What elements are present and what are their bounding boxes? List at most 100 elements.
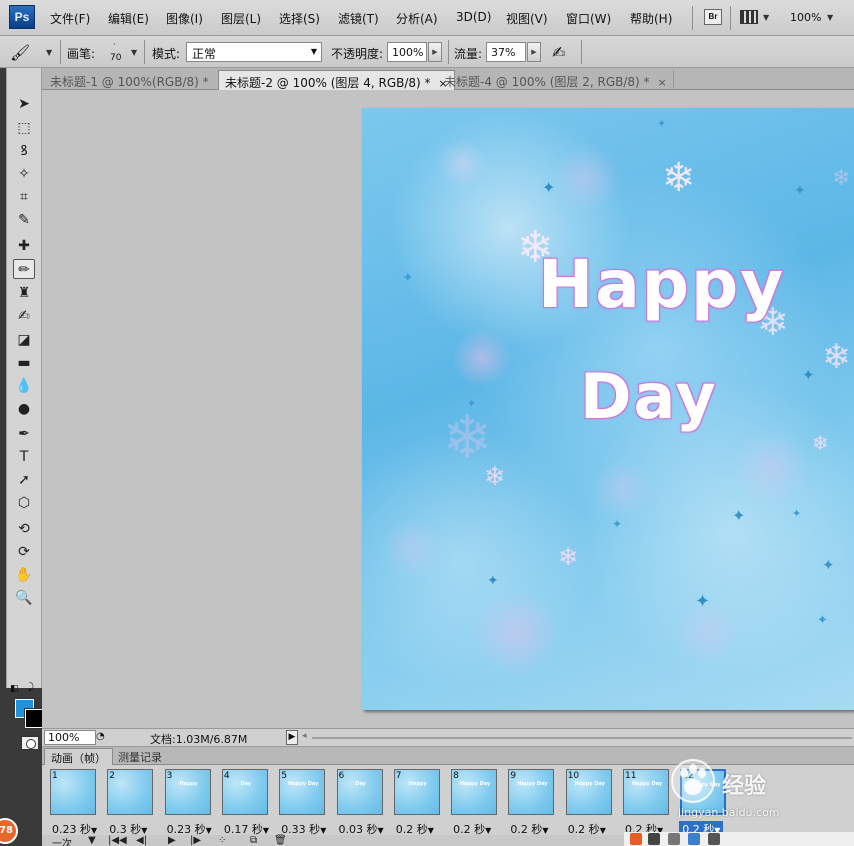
star-icon: ✦ — [467, 397, 477, 410]
menu-help[interactable]: 帮助(H) — [630, 10, 672, 27]
loop-select[interactable]: 一次 — [52, 835, 72, 846]
star-icon: ✦ — [542, 178, 556, 197]
magic-wand-tool-icon[interactable]: ✧ — [13, 164, 35, 184]
brush-size-value[interactable]: 70 — [110, 53, 121, 63]
hand-tool-icon[interactable]: ✋ — [13, 565, 35, 585]
opacity-input[interactable]: 100% — [387, 42, 427, 62]
document-canvas[interactable]: ❄ ❄ ❄ ❄ ❄ ❄ ❄ ❄ ❄ ✦ ✦ ✦ ✦ ✦ ✦ ✦ ✦ ✦ ✦ ✦ … — [362, 108, 854, 710]
eraser-tool-icon[interactable]: ◪ — [13, 330, 35, 350]
animation-frame[interactable]: Happy Day 9 0.2 秒▼ — [504, 769, 556, 837]
tab-document-2[interactable]: 未标题-2 @ 100% (图层 4, RGB/8) * × — [218, 70, 455, 90]
flow-input[interactable]: 37% — [486, 42, 526, 62]
brush-preset-icon[interactable]: 🖌 — [10, 43, 30, 62]
sogou-icon[interactable] — [630, 833, 642, 845]
tab-animation-frames[interactable]: 动画（帧） — [44, 748, 113, 765]
chevron-down-icon[interactable]: ▼ — [46, 48, 52, 57]
zoom-tool-icon[interactable]: 🔍 — [13, 588, 35, 608]
animation-frame[interactable]: Happy Day 8 0.2 秒▼ — [447, 769, 499, 837]
type-tool-icon[interactable]: T — [13, 447, 35, 467]
chevron-down-icon[interactable]: ▼ — [88, 835, 96, 846]
animation-frame[interactable]: Happy 3 0.23 秒▼ — [161, 769, 213, 837]
menu-image[interactable]: 图像(I) — [166, 10, 203, 27]
healing-brush-tool-icon[interactable]: ✚ — [13, 236, 35, 256]
screen-mode-icon[interactable] — [740, 10, 758, 24]
opacity-slider-arrow-icon[interactable]: ▶ — [428, 42, 442, 62]
bridge-button[interactable]: Br — [704, 9, 722, 25]
star-icon: ✦ — [817, 613, 828, 628]
tray-app-icon[interactable] — [688, 833, 700, 845]
status-zoom-icon[interactable]: ◔ — [96, 731, 105, 742]
tab-document-4[interactable]: 未标题-4 @ 100% (图层 2, RGB/8) * × — [438, 70, 674, 90]
airbrush-icon[interactable]: ✍ — [552, 43, 565, 62]
bokeh-light — [592, 458, 652, 518]
previous-frame-icon[interactable]: ◀| — [136, 835, 147, 846]
status-menu-arrow-icon[interactable]: ▶ — [286, 730, 298, 745]
eyedropper-tool-icon[interactable]: ✎ — [13, 210, 35, 230]
blur-tool-icon[interactable]: 💧 — [13, 376, 35, 396]
menu-window[interactable]: 窗口(W) — [566, 10, 611, 27]
animation-frame[interactable]: 2 0.3 秒▼ — [103, 769, 155, 837]
animation-frame[interactable]: 1 0.23 秒▼ — [46, 769, 98, 837]
next-frame-icon[interactable]: |▶ — [190, 835, 201, 846]
default-colors-icon[interactable]: ◧ — [10, 684, 19, 694]
animation-frame[interactable]: Day 6 0.03 秒▼ — [333, 769, 385, 837]
menu-file[interactable]: 文件(F) — [50, 10, 90, 27]
menu-view[interactable]: 视图(V) — [506, 10, 548, 27]
snowflake-icon: ❄ — [558, 543, 579, 571]
tray-app-icon[interactable] — [648, 833, 660, 845]
pen-tool-icon[interactable]: ✒ — [13, 424, 35, 444]
menu-edit[interactable]: 编辑(E) — [108, 10, 149, 27]
menu-3d[interactable]: 3D(D) — [456, 10, 491, 24]
marquee-tool-icon[interactable]: ⬚ — [13, 118, 35, 138]
options-bar: 🖌 ▼ 画笔: · 70 ▼ 模式: 正常 ▼ 不透明度: 100% ▶ 流量:… — [0, 36, 854, 68]
animation-frame[interactable]: Happy 7 0.2 秒▼ — [390, 769, 442, 837]
tab-document-1[interactable]: 未标题-1 @ 100%(RGB/8) *× — [44, 70, 233, 90]
first-frame-icon[interactable]: |◀◀ — [108, 835, 127, 846]
canvas-text-happy[interactable]: Happy — [538, 246, 785, 323]
3d-rotate-tool-icon[interactable]: ⟲ — [13, 519, 35, 539]
menu-filter[interactable]: 滤镜(T) — [338, 10, 379, 27]
lasso-tool-icon[interactable]: ꝸ — [13, 141, 35, 161]
path-selection-tool-icon[interactable]: ➚ — [13, 470, 35, 490]
delete-frame-icon[interactable]: 🗑 — [274, 835, 287, 846]
frame-number: 4 — [223, 771, 230, 781]
crop-tool-icon[interactable]: ⌗ — [13, 187, 35, 207]
frame-number: 9 — [510, 771, 517, 781]
flow-slider-arrow-icon[interactable]: ▶ — [527, 42, 541, 62]
shape-tool-icon[interactable]: ⬡ — [13, 493, 35, 513]
animation-frame[interactable]: Day 4 0.17 秒▼ — [218, 769, 270, 837]
status-zoom-input[interactable]: 100% — [44, 730, 96, 745]
gradient-tool-icon[interactable]: ▬ — [13, 353, 35, 373]
menu-select[interactable]: 选择(S) — [279, 10, 320, 27]
tray-app-icon[interactable] — [668, 833, 680, 845]
horizontal-scrollbar[interactable] — [312, 737, 852, 739]
duplicate-frame-icon[interactable]: ⧉ — [250, 835, 257, 846]
history-brush-tool-icon[interactable]: ✍ — [13, 306, 35, 326]
chevron-down-icon[interactable]: ▼ — [827, 13, 833, 22]
dodge-tool-icon[interactable]: ● — [13, 399, 35, 419]
photoshop-logo[interactable]: Ps — [9, 5, 35, 29]
mode-select[interactable]: 正常 ▼ — [186, 42, 322, 62]
move-tool-icon[interactable]: ➤ — [13, 94, 35, 114]
chevron-down-icon[interactable]: ▼ — [131, 48, 137, 57]
star-icon: ✦ — [792, 507, 802, 520]
menu-layer[interactable]: 图层(L) — [221, 10, 261, 27]
tray-app-icon[interactable] — [708, 833, 720, 845]
tween-icon[interactable]: ⁘ — [218, 835, 226, 846]
animation-frame[interactable]: Happy Day 5 0.33 秒▼ — [275, 769, 327, 837]
3d-orbit-tool-icon[interactable]: ⟳ — [13, 542, 35, 562]
snowflake-icon: ❄ — [812, 431, 829, 455]
clone-stamp-tool-icon[interactable]: ♜ — [13, 283, 35, 303]
tab-measurement-log[interactable]: 测量记录 — [112, 748, 168, 765]
play-icon[interactable]: ▶ — [168, 835, 176, 846]
quick-mask-icon[interactable] — [21, 736, 39, 750]
chevron-down-icon[interactable]: ▼ — [763, 13, 769, 22]
close-icon[interactable]: × — [658, 76, 667, 89]
brush-tool-icon[interactable]: ✏ — [13, 259, 35, 279]
animation-frame[interactable]: Happy Day 10 0.2 秒▼ — [562, 769, 614, 837]
swap-colors-icon[interactable]: ⤸ — [28, 682, 34, 693]
canvas-text-day[interactable]: Day — [580, 360, 718, 433]
scroll-left-icon[interactable]: ◂ — [302, 731, 307, 741]
zoom-level-select[interactable]: 100% — [790, 11, 821, 24]
menu-analysis[interactable]: 分析(A) — [396, 10, 438, 27]
